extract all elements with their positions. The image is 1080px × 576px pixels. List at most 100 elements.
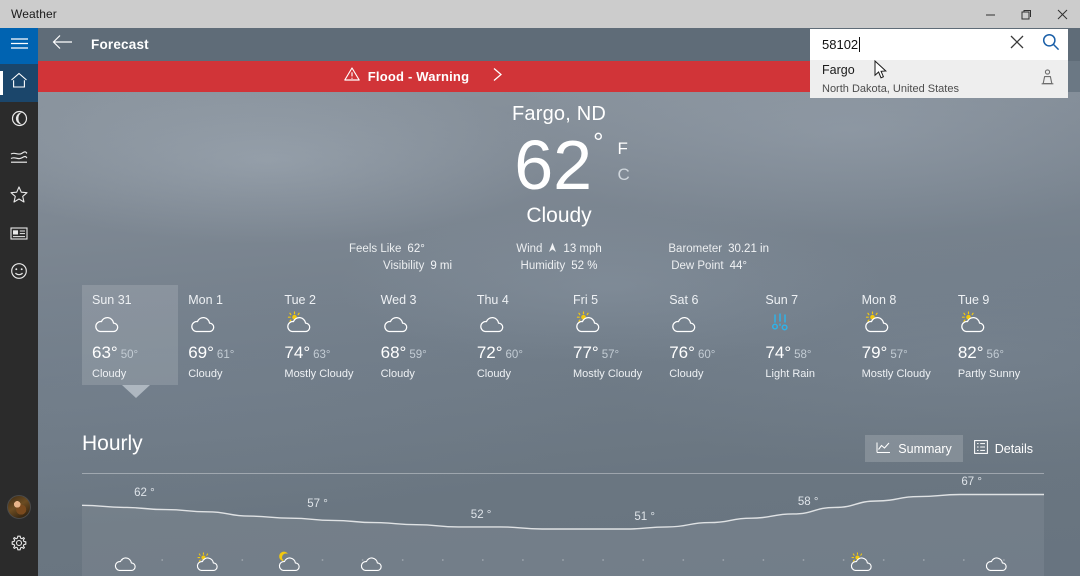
chart-point-label: 52 ° — [470, 508, 492, 521]
forecast-day-label: Tue 9 — [957, 293, 990, 307]
detail-value: 44° — [729, 260, 747, 272]
hamburger-icon — [10, 37, 28, 55]
current-temperature: 62 — [514, 126, 593, 204]
chevron-right-icon — [491, 67, 504, 87]
detail-dew-point: Dew Point 44° — [629, 260, 769, 272]
partly-sunny-icon — [573, 311, 659, 341]
search-box[interactable]: 58102 — [810, 29, 1068, 60]
weather-alert-banner[interactable]: Flood - Warning — [38, 61, 810, 92]
close-button[interactable] — [1044, 0, 1080, 28]
chart-line-icon — [10, 150, 28, 169]
search-icon — [1042, 33, 1060, 56]
suggestion-region: North Dakota, United States — [822, 83, 959, 95]
current-details-grid: Feels Like 62° Wind 13 mph Barometer 30.… — [349, 242, 769, 272]
forecast-description: Mostly Cloudy — [861, 368, 931, 380]
degree-symbol: ° — [593, 127, 604, 157]
forecast-low: 60° — [505, 349, 523, 361]
summary-tab[interactable]: Summary — [865, 435, 963, 462]
forecast-day-card[interactable]: Tue 2 74° 63° Mostly Cloudy — [274, 285, 370, 385]
forecast-day-card[interactable]: Sun 7 74° 58° Light Rain — [755, 285, 851, 385]
unit-fahrenheit[interactable]: F — [618, 136, 630, 162]
sidebar-item-settings[interactable] — [0, 526, 38, 564]
forecast-high: 63° — [92, 343, 118, 362]
forecast-day-card[interactable]: Sat 6 76° 60° Cloudy — [659, 285, 755, 385]
crescent-moon-icon — [11, 110, 28, 132]
restore-button[interactable] — [1008, 0, 1044, 28]
partly-sunny-icon — [958, 311, 1044, 341]
minimize-button[interactable] — [972, 0, 1008, 28]
forecast-day-label: Sat 6 — [669, 293, 699, 307]
detail-label: Wind — [516, 243, 543, 255]
back-arrow-icon — [52, 34, 73, 55]
forecast-low: 59° — [409, 349, 427, 361]
chart-point-label: 67 ° — [961, 476, 982, 489]
forecast-temps: 63° 50° — [92, 343, 178, 363]
forecast-day-card[interactable]: Thu 4 72° 60° Cloudy — [467, 285, 563, 385]
forecast-description: Cloudy — [380, 368, 415, 380]
close-icon — [1010, 35, 1024, 54]
search-value: 58102 — [822, 37, 859, 52]
detail-value: 13 mph — [563, 243, 602, 255]
forecast-high: 74° — [284, 343, 311, 362]
cloudy-icon — [381, 311, 467, 341]
avatar — [7, 495, 31, 519]
forecast-low: 56° — [986, 349, 1004, 361]
summary-label: Summary — [898, 441, 952, 456]
wind-arrow-icon — [548, 242, 557, 256]
hourly-temperature-chart[interactable]: 62 ° 57 ° 52 ° 51 ° 58 ° 67 ° — [81, 476, 1044, 576]
chart-point-label: 51 ° — [634, 511, 655, 524]
sidebar-item-favorites[interactable] — [0, 178, 38, 216]
search-input[interactable]: 58102 — [822, 37, 1000, 52]
forecast-day-card[interactable]: Tue 9 82° 56° Partly Sunny — [948, 285, 1044, 385]
clear-search-button[interactable] — [1000, 29, 1034, 60]
forecast-day-card[interactable]: Mon 1 69° 61° Cloudy — [178, 285, 274, 385]
sidebar-item-account[interactable] — [0, 488, 38, 526]
forecast-temps: 79° 57° — [862, 343, 948, 363]
unit-celsius[interactable]: C — [618, 162, 630, 188]
forecast-temps: 74° 58° — [765, 343, 851, 363]
search-suggestion-item[interactable]: Fargo North Dakota, United States — [810, 60, 1068, 98]
detail-value: 9 mi — [430, 260, 453, 272]
back-button[interactable] — [38, 28, 86, 61]
hourly-divider — [82, 473, 1044, 474]
forecast-day-card[interactable]: Mon 8 79° 57° Mostly Cloudy — [852, 285, 948, 385]
city-location-icon — [1040, 68, 1055, 90]
detail-label: Feels Like — [349, 243, 402, 255]
details-tab[interactable]: Details — [963, 435, 1044, 462]
forecast-temps: 74° 63° — [284, 343, 370, 363]
unit-toggle[interactable]: F C — [618, 136, 630, 188]
forecast-description: Mostly Cloudy — [284, 368, 354, 380]
sidebar-item-maps[interactable] — [0, 102, 38, 140]
cloudy-icon — [92, 311, 178, 341]
chart-line-icon — [876, 441, 891, 457]
sidebar-item-news[interactable] — [0, 216, 38, 254]
navigation-sidebar — [0, 28, 38, 576]
smiley-icon — [10, 262, 28, 285]
page-title: Forecast — [91, 37, 149, 52]
forecast-day-card[interactable]: Fri 5 77° 57° Mostly Cloudy — [563, 285, 659, 385]
suggestion-title: Fargo — [822, 63, 855, 77]
forecast-low: 50° — [120, 349, 139, 361]
detail-value: 52 % — [571, 260, 598, 272]
forecast-day-card[interactable]: Sun 31 63° 50° Cloudy — [82, 285, 179, 398]
forecast-temps: 76° 60° — [669, 343, 755, 363]
sidebar-item-menu[interactable] — [0, 28, 38, 64]
cloudy-icon — [983, 552, 1010, 574]
forecast-day-label: Thu 4 — [476, 293, 509, 307]
current-condition: Cloudy — [526, 204, 592, 227]
forecast-day-label: Fri 5 — [573, 293, 599, 307]
window-controls — [972, 0, 1080, 28]
forecast-description: Cloudy — [476, 368, 512, 380]
partly-sunny-icon — [848, 552, 875, 574]
forecast-high: 68° — [380, 343, 407, 362]
forecast-temps: 82° 56° — [958, 343, 1044, 363]
detail-humidity: Humidity 52 % — [489, 260, 629, 272]
forecast-description: Cloudy — [92, 368, 127, 380]
forecast-day-card[interactable]: Wed 3 68° 59° Cloudy — [371, 285, 467, 385]
sidebar-item-forecast[interactable] — [0, 64, 38, 102]
hourly-section-header: Hourly Summary Details — [82, 432, 1044, 474]
window-title: Weather — [11, 7, 57, 21]
sidebar-item-historical-weather[interactable] — [0, 140, 38, 178]
sidebar-item-feedback[interactable] — [0, 254, 38, 292]
search-submit-button[interactable] — [1034, 29, 1068, 60]
